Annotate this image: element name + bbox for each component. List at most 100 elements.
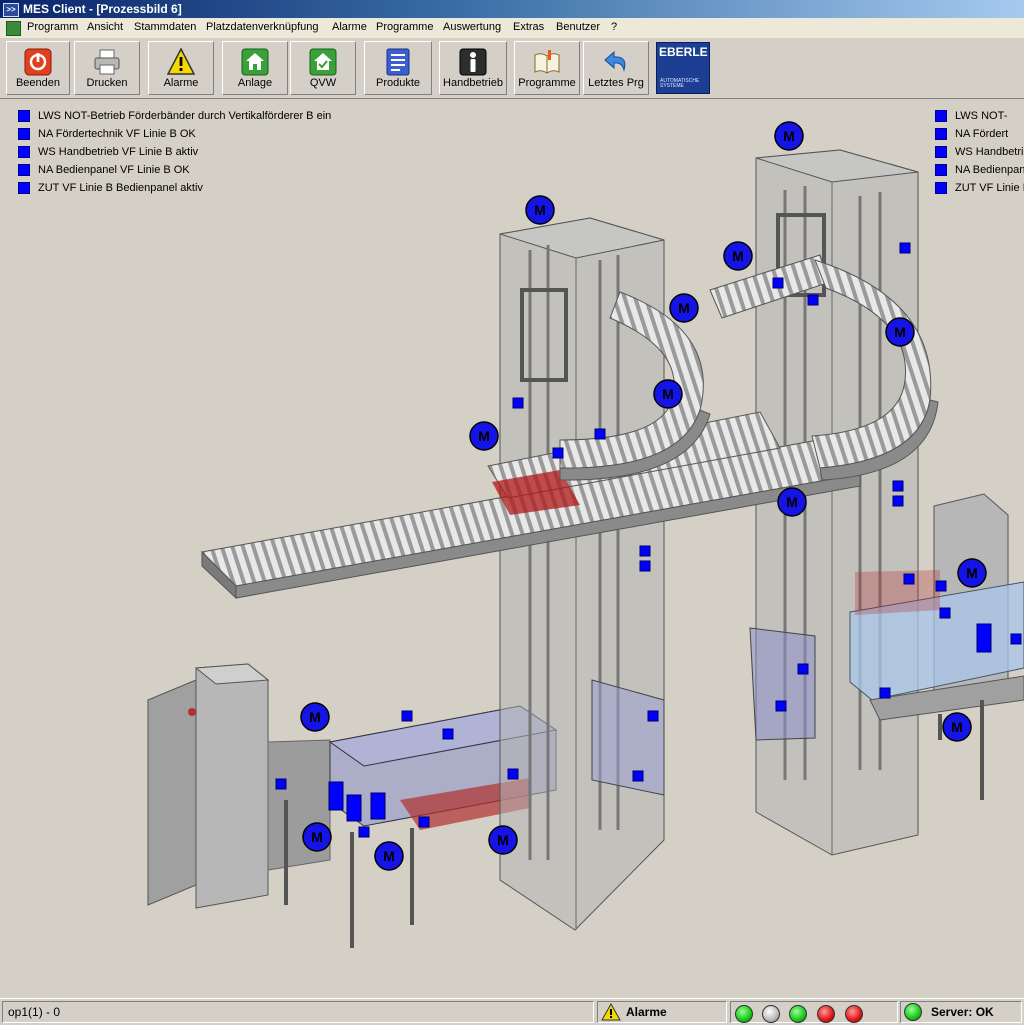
workpiece-marker[interactable] <box>328 781 344 811</box>
logo-name: EBERLE <box>659 45 708 59</box>
alarm-status[interactable]: Alarme <box>597 1001 727 1023</box>
beenden-button[interactable]: Beenden <box>6 41 70 95</box>
menu-programm[interactable]: Programm <box>27 21 78 33</box>
sensor-indicator[interactable] <box>775 700 787 712</box>
warning-icon <box>167 48 195 75</box>
menu-alarme[interactable]: Alarme <box>332 21 367 33</box>
book-icon <box>534 50 560 74</box>
letztes-programm-button[interactable]: Letztes Prg <box>583 41 649 95</box>
motor-label: M <box>497 832 509 848</box>
sensor-indicator[interactable] <box>552 447 564 459</box>
handbetrieb-button[interactable]: Handbetrieb <box>439 41 507 95</box>
message-text: NA Bedienpan <box>955 164 1024 176</box>
motor-icon[interactable]: M <box>302 822 332 852</box>
sensor-indicator[interactable] <box>903 573 915 585</box>
motor-label: M <box>478 428 490 444</box>
motor-icon[interactable]: M <box>723 241 753 271</box>
system-menu-icon[interactable] <box>6 21 21 36</box>
menu-auswertung[interactable]: Auswertung <box>443 21 501 33</box>
menu-help[interactable]: ? <box>611 21 617 33</box>
programme-label: Programme <box>518 77 576 89</box>
alarm-warning-icon <box>601 1003 621 1021</box>
sensor-indicator[interactable] <box>772 277 784 289</box>
server-status-text: Server: OK <box>931 1005 994 1019</box>
message-item: NA Fördert <box>935 125 1024 143</box>
motor-icon[interactable]: M <box>525 195 555 225</box>
qvw-label: QVW <box>309 77 337 89</box>
undo-arrow-icon <box>604 50 626 72</box>
sensor-indicator[interactable] <box>939 607 951 619</box>
motor-icon[interactable]: M <box>653 379 683 409</box>
message-text: LWS NOT-Betrieb Förderbänder durch Verti… <box>38 110 332 122</box>
menu-platzdatenverknuepfung[interactable]: Platzdatenverknüpfung <box>206 21 319 33</box>
motor-label: M <box>951 719 963 735</box>
workpiece-marker[interactable] <box>370 792 386 820</box>
sensor-indicator[interactable] <box>442 728 454 740</box>
motor-icon[interactable]: M <box>669 293 699 323</box>
sensor-indicator[interactable] <box>401 710 413 722</box>
sensor-indicator[interactable] <box>797 663 809 675</box>
menu-extras[interactable]: Extras <box>513 21 544 33</box>
programme-button[interactable]: Programme <box>514 41 580 95</box>
sensor-indicator[interactable] <box>358 826 370 838</box>
motor-icon[interactable]: M <box>469 421 499 451</box>
message-indicator <box>18 146 30 158</box>
sensor-indicator[interactable] <box>418 816 430 828</box>
motor-icon[interactable]: M <box>957 558 987 588</box>
motor-icon[interactable]: M <box>300 702 330 732</box>
menu-programme[interactable]: Programme <box>376 21 433 33</box>
message-indicator <box>18 164 30 176</box>
power-icon <box>24 48 52 76</box>
motor-icon[interactable]: M <box>774 121 804 151</box>
motor-icon[interactable]: M <box>374 841 404 871</box>
anlage-button[interactable]: Anlage <box>222 41 288 95</box>
drucken-button[interactable]: Drucken <box>74 41 140 95</box>
motor-label: M <box>783 128 795 144</box>
menu-stammdaten[interactable]: Stammdaten <box>134 21 196 33</box>
motor-icon[interactable]: M <box>885 317 915 347</box>
handbetrieb-label: Handbetrieb <box>443 77 503 89</box>
motor-icon[interactable]: M <box>488 825 518 855</box>
logo-tagline-2: SYSTEME <box>660 83 684 89</box>
sensor-indicator[interactable] <box>807 294 819 306</box>
motor-label: M <box>309 709 321 725</box>
qvw-button[interactable]: QVW <box>290 41 356 95</box>
sensor-indicator[interactable] <box>632 770 644 782</box>
message-item: LWS NOT- <box>935 107 1024 125</box>
sensor-indicator[interactable] <box>892 495 904 507</box>
workpiece-marker[interactable] <box>976 623 992 653</box>
user-status-text: op1(1) - 0 <box>8 1005 61 1019</box>
sensor-indicator[interactable] <box>594 428 606 440</box>
sensor-indicator[interactable] <box>892 480 904 492</box>
message-item: ZUT VF Linie I <box>935 179 1024 197</box>
sensor-indicator[interactable] <box>275 778 287 790</box>
process-diagram: M M M M M M M M M M M M M M <box>147 121 1024 948</box>
motor-label: M <box>894 324 906 340</box>
motor-icon[interactable]: M <box>942 712 972 742</box>
workpiece-marker[interactable] <box>346 794 362 822</box>
sensor-indicator[interactable] <box>1010 633 1022 645</box>
motor-label: M <box>786 494 798 510</box>
sensor-indicator[interactable] <box>639 545 651 557</box>
menu-ansicht[interactable]: Ansicht <box>87 21 123 33</box>
motor-label: M <box>662 386 674 402</box>
sensor-indicator[interactable] <box>639 560 651 572</box>
message-item: WS Handbetri <box>935 143 1024 161</box>
alarme-button[interactable]: Alarme <box>148 41 214 95</box>
sensor-indicator[interactable] <box>899 242 911 254</box>
beenden-label: Beenden <box>15 77 61 89</box>
status-bar: op1(1) - 0 Alarme Server: OK <box>0 998 1024 1025</box>
sensor-indicator[interactable] <box>512 397 524 409</box>
sensor-indicator[interactable] <box>507 768 519 780</box>
status-lamps <box>730 1001 898 1023</box>
sensor-indicator[interactable] <box>647 710 659 722</box>
menu-benutzer[interactable]: Benutzer <box>556 21 600 33</box>
produkte-button[interactable]: Produkte <box>364 41 432 95</box>
sensor-indicator[interactable] <box>935 580 947 592</box>
sensor-indicator[interactable] <box>879 687 891 699</box>
anlage-label: Anlage <box>237 77 273 89</box>
lamp-grey <box>762 1005 780 1023</box>
motor-icon[interactable]: M <box>777 487 807 517</box>
message-indicator <box>935 164 947 176</box>
produkte-label: Produkte <box>375 77 421 89</box>
